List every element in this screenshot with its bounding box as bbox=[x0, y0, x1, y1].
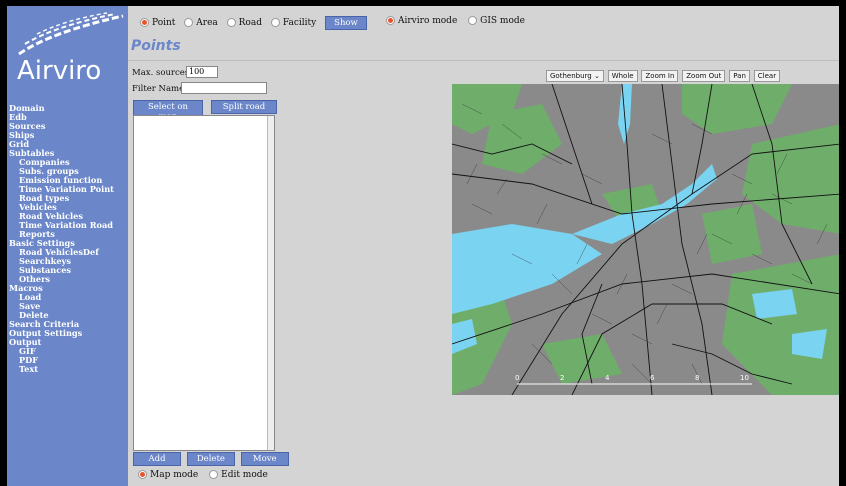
logo-swoosh-icon bbox=[18, 12, 124, 56]
map-toolbar: Gothenburg ⌄ Whole Zoom In Zoom Out Pan … bbox=[546, 70, 781, 82]
filter-name-label: Filter Name: bbox=[132, 84, 188, 94]
edit-mode-selector: Map mode Edit mode bbox=[138, 470, 268, 480]
radio-edit-mode[interactable]: Edit mode bbox=[209, 470, 268, 480]
radio-gis-mode[interactable]: GIS mode bbox=[468, 16, 525, 26]
water-area bbox=[752, 289, 797, 319]
delete-button[interactable]: Delete bbox=[186, 452, 235, 466]
app-frame: Airviro Domain Edb Sources Ships Grid Subtabl… bbox=[7, 6, 839, 486]
scale-label: 0 bbox=[515, 374, 519, 382]
move-button[interactable]: Move bbox=[240, 452, 289, 466]
zoom-out-button[interactable]: Zoom Out bbox=[682, 70, 726, 82]
split-road-button[interactable]: Split road bbox=[211, 100, 277, 114]
clear-button[interactable]: Clear bbox=[753, 70, 781, 82]
water-area bbox=[792, 329, 827, 359]
scale-label: 10 bbox=[740, 374, 749, 382]
scale-label: 2 bbox=[560, 374, 564, 382]
scale-label: 8 bbox=[695, 374, 699, 382]
filter-name-input[interactable] bbox=[181, 82, 267, 94]
page-title: Points bbox=[131, 38, 181, 54]
scale-label: 4 bbox=[605, 374, 610, 382]
max-sources-input[interactable]: 100 bbox=[186, 66, 218, 78]
dropdown-icon: ⌄ bbox=[593, 72, 600, 80]
whole-button[interactable]: Whole bbox=[607, 70, 638, 82]
radio-airviro-mode[interactable]: Airviro mode bbox=[386, 16, 457, 26]
list-actions: Add Delete Move bbox=[133, 452, 292, 466]
radio-facility[interactable]: Facility bbox=[270, 18, 316, 28]
list-scrollbar[interactable] bbox=[267, 116, 274, 450]
max-sources-label: Max. sources: bbox=[132, 68, 193, 78]
logo-text: Airviro bbox=[17, 56, 102, 86]
radio-point[interactable]: Point bbox=[140, 18, 175, 28]
divider bbox=[128, 60, 839, 61]
scale-label: 6 bbox=[650, 374, 655, 382]
map-canvas[interactable]: 0 2 4 6 8 10 bbox=[452, 84, 839, 395]
source-type-selector: Point Area Road Facility Show bbox=[140, 16, 367, 30]
sidebar-item-text[interactable]: Text bbox=[9, 365, 127, 374]
pan-button[interactable]: Pan bbox=[729, 70, 750, 82]
show-button[interactable]: Show bbox=[325, 16, 367, 30]
area-select[interactable]: Gothenburg ⌄ bbox=[546, 70, 604, 82]
radio-road[interactable]: Road bbox=[226, 18, 262, 28]
forest-area bbox=[702, 204, 762, 264]
sidebar-nav: Domain Edb Sources Ships Grid Subtables Compan… bbox=[9, 104, 127, 374]
zoom-in-button[interactable]: Zoom In bbox=[641, 70, 679, 82]
radio-area[interactable]: Area bbox=[184, 18, 218, 28]
radio-map-mode[interactable]: Map mode bbox=[138, 470, 198, 480]
sources-list[interactable] bbox=[133, 115, 275, 451]
add-button[interactable]: Add bbox=[133, 452, 181, 466]
mode-selector: Airviro mode GIS mode bbox=[386, 16, 525, 26]
sidebar: Airviro Domain Edb Sources Ships Grid Subtabl… bbox=[7, 6, 128, 486]
main-panel: Point Area Road Facility Show Airviro mo… bbox=[128, 6, 839, 486]
